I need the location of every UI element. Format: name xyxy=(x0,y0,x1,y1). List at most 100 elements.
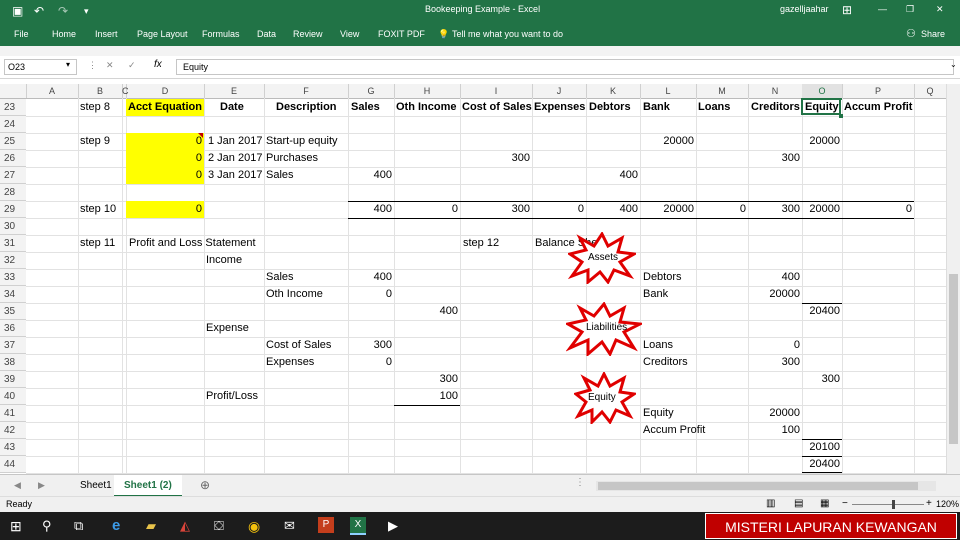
cell-e27[interactable]: 3 Jan 2017 xyxy=(208,167,262,184)
cell-f27[interactable]: Sales xyxy=(266,167,294,184)
col-header-k[interactable]: K xyxy=(586,84,641,98)
row-header-40[interactable]: 40 xyxy=(0,388,26,405)
cell-o29[interactable]: 20000 xyxy=(802,201,840,218)
col-header-p[interactable]: P xyxy=(842,84,915,98)
cell-g33[interactable]: 400 xyxy=(348,269,392,286)
cell-p23[interactable]: Accum Profit xyxy=(844,99,912,116)
customize-toolbar-icon[interactable]: ▾ xyxy=(84,5,89,17)
cell-o35[interactable]: 20400 xyxy=(802,303,840,320)
zoom-out-icon[interactable]: − xyxy=(842,498,848,509)
cell-f38[interactable]: Expenses xyxy=(266,354,314,371)
expand-formula-icon[interactable]: ⌄ xyxy=(950,60,957,69)
cell-g38[interactable]: 0 xyxy=(348,354,392,371)
cell-b29[interactable]: step 10 xyxy=(80,201,116,218)
prev-sheet-icon[interactable]: ◀ xyxy=(14,480,21,491)
cell-n34[interactable]: 20000 xyxy=(748,286,800,303)
cell-h23[interactable]: Oth Income xyxy=(396,99,457,116)
cell-l42[interactable]: Accum Profit xyxy=(643,422,705,439)
cell-o25[interactable]: 20000 xyxy=(802,133,840,150)
cell-d27[interactable]: 0 xyxy=(126,167,202,184)
row-header-25[interactable]: 25 xyxy=(0,133,26,150)
cell-f26[interactable]: Purchases xyxy=(266,150,318,167)
sheet-tab-1[interactable]: Sheet1 xyxy=(80,480,112,491)
cancel-icon[interactable]: ✕ xyxy=(106,60,114,71)
cell-g27[interactable]: 400 xyxy=(348,167,392,184)
cell-l34[interactable]: Bank xyxy=(643,286,668,303)
cell-i26[interactable]: 300 xyxy=(460,150,530,167)
row-header-36[interactable]: 36 xyxy=(0,320,26,337)
insert-function-icon[interactable]: fx xyxy=(154,59,162,70)
cell-e36[interactable]: Expense xyxy=(206,320,249,337)
share-button[interactable]: Share xyxy=(921,29,945,39)
cell-f34[interactable]: Oth Income xyxy=(266,286,323,303)
powerpoint-icon[interactable]: P xyxy=(318,517,334,533)
cell-f23[interactable]: Description xyxy=(276,99,337,116)
cell-l23[interactable]: Bank xyxy=(643,99,670,116)
row-header-24[interactable]: 24 xyxy=(0,116,26,133)
col-header-e[interactable]: E xyxy=(204,84,265,98)
col-header-i[interactable]: I xyxy=(460,84,533,98)
cell-l33[interactable]: Debtors xyxy=(643,269,682,286)
tab-view[interactable]: View xyxy=(340,29,359,39)
col-header-b[interactable]: B xyxy=(78,84,123,98)
chrome-icon[interactable]: ◉ xyxy=(248,518,260,535)
cell-f37[interactable]: Cost of Sales xyxy=(266,337,331,354)
cell-o44[interactable]: 20400 xyxy=(802,456,840,473)
cell-n42[interactable]: 100 xyxy=(748,422,800,439)
col-header-h[interactable]: H xyxy=(394,84,461,98)
cell-f25[interactable]: Start-up equity xyxy=(266,133,338,150)
tell-me-box[interactable]: Tell me what you want to do xyxy=(452,29,563,39)
name-box-dropdown-icon[interactable]: ▾ xyxy=(66,60,70,69)
row-header-27[interactable]: 27 xyxy=(0,167,26,184)
row-header-43[interactable]: 43 xyxy=(0,439,26,456)
cell-p29[interactable]: 0 xyxy=(842,201,912,218)
col-header-q[interactable]: Q xyxy=(914,84,947,98)
tab-formulas[interactable]: Formulas xyxy=(202,29,240,39)
search-icon[interactable]: ⚲ xyxy=(42,518,52,534)
cell-e26[interactable]: 2 Jan 2017 xyxy=(208,150,262,167)
horizontal-scrollbar-thumb[interactable] xyxy=(598,482,918,490)
row-header-26[interactable]: 26 xyxy=(0,150,26,167)
page-layout-view-icon[interactable]: ▤ xyxy=(794,498,803,509)
cell-k27[interactable]: 400 xyxy=(586,167,638,184)
cell-h29[interactable]: 0 xyxy=(394,201,458,218)
zoom-in-icon[interactable]: + xyxy=(926,498,932,509)
cell-n29[interactable]: 300 xyxy=(748,201,800,218)
undo-icon[interactable]: ↶ xyxy=(34,5,44,17)
col-header-g[interactable]: G xyxy=(348,84,395,98)
store-icon[interactable]: ⛋ xyxy=(214,518,224,534)
user-name[interactable]: gazelljaahar xyxy=(780,4,829,14)
cell-d31[interactable]: Profit and Loss Statement xyxy=(129,235,256,252)
add-sheet-icon[interactable]: ⊕ xyxy=(200,478,210,492)
row-header-37[interactable]: 37 xyxy=(0,337,26,354)
zoom-level[interactable]: 120% xyxy=(936,499,959,509)
cell-n33[interactable]: 400 xyxy=(748,269,800,286)
col-header-l[interactable]: L xyxy=(640,84,697,98)
col-header-j[interactable]: J xyxy=(532,84,587,98)
cell-g37[interactable]: 300 xyxy=(348,337,392,354)
col-header-f[interactable]: F xyxy=(264,84,349,98)
cell-d25[interactable]: 0 xyxy=(126,133,202,150)
cell-b31[interactable]: step 11 xyxy=(80,235,115,252)
cell-k29[interactable]: 400 xyxy=(586,201,638,218)
cell-e25[interactable]: 1 Jan 2017 xyxy=(208,133,262,150)
cell-g34[interactable]: 0 xyxy=(348,286,392,303)
ribbon-display-icon[interactable]: ⊞ xyxy=(842,4,852,16)
tab-review[interactable]: Review xyxy=(293,29,323,39)
cell-l25[interactable]: 20000 xyxy=(640,133,694,150)
row-header-33[interactable]: 33 xyxy=(0,269,26,286)
minimize-button[interactable]: — xyxy=(878,4,887,14)
col-header-n[interactable]: N xyxy=(748,84,803,98)
edge-icon[interactable]: e xyxy=(112,517,120,534)
cell-m29[interactable]: 0 xyxy=(696,201,746,218)
next-sheet-icon[interactable]: ▶ xyxy=(38,480,45,491)
cell-n23[interactable]: Creditors xyxy=(751,99,800,116)
row-header-31[interactable]: 31 xyxy=(0,235,26,252)
cell-g23[interactable]: Sales xyxy=(351,99,380,116)
cell-i31[interactable]: step 12 xyxy=(463,235,499,252)
fill-handle[interactable] xyxy=(839,114,843,118)
save-icon[interactable]: ▣ xyxy=(12,5,23,17)
windows-start-icon[interactable]: ⊞ xyxy=(10,518,22,535)
cell-f33[interactable]: Sales xyxy=(266,269,294,286)
cell-h40[interactable]: 100 xyxy=(394,388,458,405)
